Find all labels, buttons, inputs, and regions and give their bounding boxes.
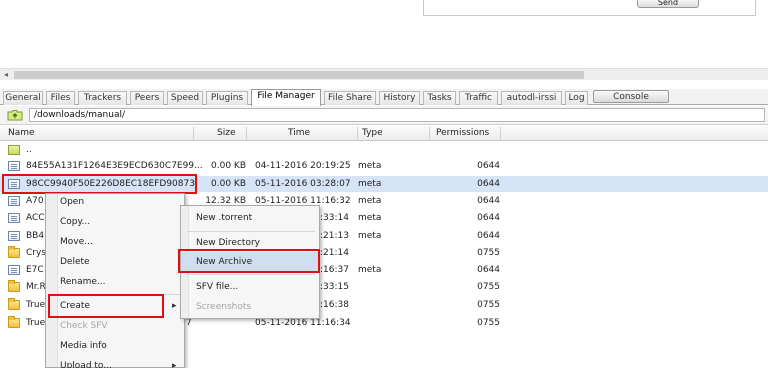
file-time: :21:13 (320, 231, 349, 241)
file-name: BB4 (26, 231, 45, 241)
file-time: :16:38 (320, 300, 349, 310)
menu-item-move[interactable]: Move... (60, 232, 93, 252)
file-list-header: Name Size Time Type Permissions (0, 126, 768, 141)
path-bar: /downloads/manual/ (0, 106, 768, 125)
file-permissions: 0644 (477, 213, 500, 223)
file-type: meta (358, 196, 382, 206)
folder-up-icon[interactable] (7, 109, 23, 121)
file-time: :33:15 (320, 282, 349, 292)
up-folder-icon (8, 145, 20, 155)
folder-icon (8, 298, 20, 310)
tab-file-manager[interactable]: File Manager (251, 89, 321, 106)
file-permissions: 0755 (477, 318, 500, 328)
scrollbar-thumb[interactable] (14, 71, 584, 79)
file-permissions: 0755 (477, 300, 500, 310)
send-button[interactable]: Send (637, 0, 699, 8)
tab-speed[interactable]: Speed (167, 91, 203, 105)
column-size[interactable]: Size (217, 128, 235, 138)
column-time[interactable]: Time (288, 128, 310, 138)
file-name: .. (26, 145, 32, 155)
submenu-item-sfv-file[interactable]: SFV file... (196, 277, 238, 297)
file-time: :21:14 (320, 248, 349, 258)
tab-plugins[interactable]: Plugins (206, 91, 248, 105)
file-permissions: 0755 (477, 282, 500, 292)
file-permissions: 0644 (477, 196, 500, 206)
file-time: :33:14 (320, 213, 349, 223)
menu-item-rename[interactable]: Rename... (60, 272, 106, 292)
file-time: :16:37 (320, 265, 349, 275)
file-time: 04-11-2016 20:19:25 (255, 161, 351, 171)
horizontal-scrollbar[interactable]: ◂ (0, 68, 768, 80)
file-permissions: 0755 (477, 248, 500, 258)
file-name: True (26, 318, 46, 328)
menu-item-delete[interactable]: Delete (60, 252, 90, 272)
tab-log[interactable]: Log (565, 91, 588, 105)
folder-icon (8, 280, 20, 292)
top-panel (423, 0, 756, 16)
table-row[interactable]: 84E55A131F1264E3E9ECD630C7E99... 0.00 KB… (0, 158, 768, 174)
file-permissions: 0644 (477, 265, 500, 275)
file-name: A70 (26, 196, 44, 206)
menu-item-upload-to[interactable]: Upload to... (60, 356, 176, 368)
file-icon (8, 213, 20, 223)
file-name: True (26, 300, 46, 310)
tab-history[interactable]: History (379, 91, 420, 105)
submenu-item-screenshots: Screenshots (196, 302, 252, 312)
context-menu: Open Copy... Move... Delete Rename... Cr… (45, 193, 185, 368)
file-type: meta (358, 265, 382, 275)
file-type: meta (358, 231, 382, 241)
file-name: ACC (26, 213, 45, 223)
submenu-item-new-torrent[interactable]: New .torrent (196, 208, 252, 228)
table-row[interactable]: .. (0, 142, 768, 158)
file-name: 84E55A131F1264E3E9ECD630C7E99... (26, 161, 203, 171)
path-input[interactable]: /downloads/manual/ (29, 108, 765, 122)
file-size: 0.00 KB (211, 179, 246, 189)
tab-file-share[interactable]: File Share (324, 91, 376, 105)
file-type: meta (358, 213, 382, 223)
file-icon (8, 196, 20, 206)
file-name: E7C (26, 265, 44, 275)
tab-tasks[interactable]: Tasks (423, 91, 456, 105)
folder-icon (8, 316, 20, 328)
create-item-highlight (48, 294, 164, 318)
menu-item-media-info[interactable]: Media info (60, 336, 107, 356)
tab-console[interactable]: Console (593, 90, 669, 103)
tab-autodl-irssi[interactable]: autodl-irssi (501, 91, 562, 105)
tab-traffic[interactable]: Traffic (459, 91, 498, 105)
file-permissions: 0644 (477, 179, 500, 189)
tab-general[interactable]: General (3, 91, 43, 105)
file-permissions: 0644 (477, 161, 500, 171)
file-time: 05-11-2016 03:28:07 (255, 179, 351, 189)
tab-peers[interactable]: Peers (130, 91, 164, 105)
column-permissions[interactable]: Permissions (436, 128, 489, 138)
selected-file-highlight (2, 174, 197, 194)
tab-trackers[interactable]: Trackers (78, 91, 127, 105)
file-permissions: 0644 (477, 231, 500, 241)
menu-item-open[interactable]: Open (60, 192, 84, 212)
folder-icon (8, 246, 20, 258)
file-size: 0.00 KB (211, 161, 246, 171)
file-name: Mr.R (26, 282, 46, 292)
scroll-left-icon[interactable]: ◂ (4, 70, 8, 79)
file-icon (8, 231, 20, 241)
column-name[interactable]: Name (8, 128, 35, 138)
file-name: Crys (26, 248, 46, 258)
file-icon (8, 265, 20, 275)
column-type[interactable]: Type (362, 128, 383, 138)
menu-item-copy[interactable]: Copy... (60, 212, 90, 232)
menu-item-check-sfv: Check SFV (60, 321, 108, 331)
tab-files[interactable]: Files (46, 91, 75, 105)
file-type: meta (358, 179, 382, 189)
file-type: meta (358, 161, 382, 171)
tab-bar: General Files Trackers Peers Speed Plugi… (0, 89, 768, 106)
file-icon (8, 161, 20, 171)
new-archive-highlight (178, 249, 320, 273)
